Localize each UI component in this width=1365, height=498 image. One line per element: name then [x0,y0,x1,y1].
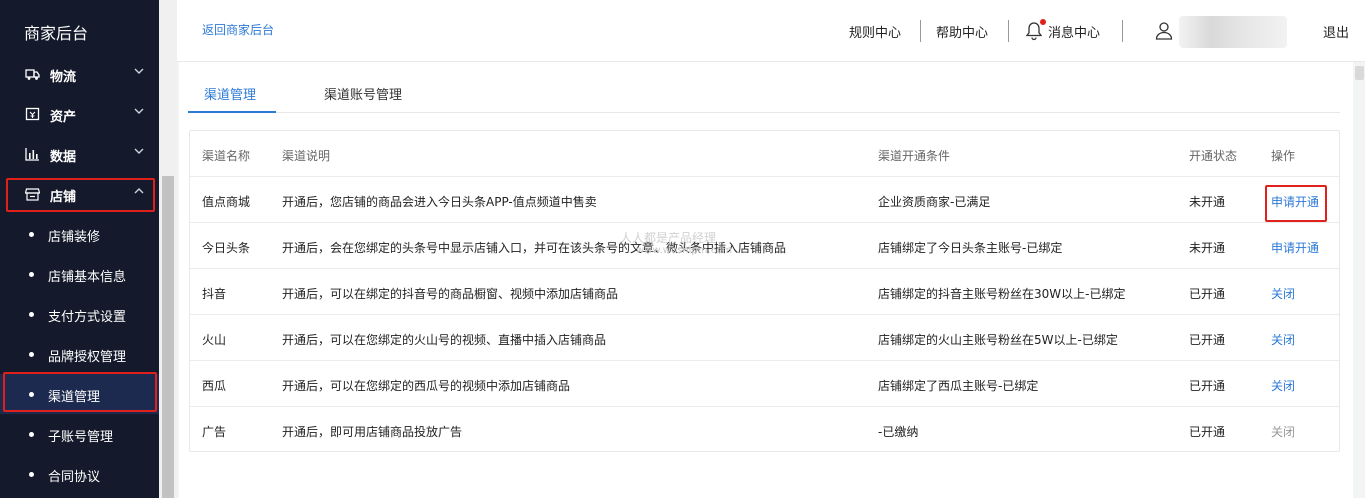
bullet-dot [29,432,34,437]
chevron-down-icon [134,68,144,74]
col-header-status: 开通状态 [1189,149,1238,163]
tab-channel-account-mgmt[interactable]: 渠道账号管理 [324,84,402,103]
active-tab-underline [188,111,276,113]
tab-bar-line [188,112,1340,113]
cell-condition: 店铺绑定的抖音主账号粉丝在30W以上-已绑定 [878,287,1126,301]
close-button[interactable]: 关闭 [1271,331,1295,348]
back-to-merchant-link[interactable]: 返回商家后台 [202,21,274,38]
cell-name: 火山 [202,333,227,347]
cell-desc: 开通后，即可用店铺商品投放广告 [282,425,463,439]
col-header-name: 渠道名称 [202,149,251,163]
user-icon[interactable] [1155,21,1173,40]
sidebar-item-store-info[interactable]: 店铺基本信息 [0,254,159,294]
col-header-action: 操作 [1271,149,1296,163]
menu-label: 资产 [50,110,77,125]
highlight-box-store [6,178,155,212]
cell-desc: 开通后，可以在您绑定的西瓜号的视频中添加店铺商品 [282,379,571,393]
cell-status: 已开通 [1189,425,1226,439]
table-row: 火山 开通后，可以在您绑定的火山号的视频、直播中插入店铺商品 店铺绑定的火山主账… [190,315,1339,361]
cell-name: 值点商城 [202,195,251,209]
table-row: 今日头条 开通后，会在您绑定的头条号中显示店铺入口，并可在该头条号的文章、微头条… [190,223,1339,269]
menu-item-logistics[interactable]: 物流 [0,56,159,92]
cell-desc: 开通后，可以在您绑定的火山号的视频、直播中插入店铺商品 [282,333,607,347]
bullet-dot [29,312,34,317]
cell-desc: 开通后，您店铺的商品会进入今日头条APP-值点频道中售卖 [282,195,597,209]
sidebar-scrollbar-thumb[interactable] [162,176,174,498]
bullet-dot [29,352,34,357]
menu-label: 数据 [50,150,77,165]
tab-channel-mgmt[interactable]: 渠道管理 [204,84,256,103]
sidebar-item-brand-auth[interactable]: 品牌授权管理 [0,334,159,374]
help-center-link[interactable]: 帮助中心 [936,22,988,41]
sub-label: 店铺基本信息 [48,270,127,285]
cell-condition: 店铺绑定了今日头条主账号-已绑定 [878,241,1063,255]
table-row: 抖音 开通后，可以在绑定的抖音号的商品橱窗、视频中添加店铺商品 店铺绑定的抖音主… [190,269,1339,315]
sidebar: 商家后台 物流 资产 数据 店铺 店铺装修 店铺基本信息 支付方式设置 品牌授权… [0,0,159,498]
sub-label: 子账号管理 [48,430,114,445]
cell-status: 未开通 [1189,241,1226,255]
content-scrollbar-track[interactable] [1353,62,1365,498]
bullet-dot [29,272,34,277]
close-button[interactable]: 关闭 [1271,285,1295,302]
wallet-icon [25,107,40,121]
rules-center-link[interactable]: 规则中心 [849,22,901,41]
bullet-dot [29,472,34,477]
cell-status: 已开通 [1189,333,1226,347]
col-header-condition: 渠道开通条件 [878,149,951,163]
menu-item-data[interactable]: 数据 [0,136,159,172]
nav-divider [920,20,921,42]
sub-label: 合同协议 [48,470,101,485]
watermark-text: 人人都是产品经理 [620,231,717,245]
chevron-down-icon [134,148,144,154]
sub-label: 店铺装修 [48,230,101,245]
cell-condition: 企业资质商家-已满足 [878,195,991,209]
cell-status: 未开通 [1189,195,1226,209]
nav-divider [1008,20,1009,42]
chevron-down-icon [134,108,144,114]
content-scrollbar-thumb[interactable] [1355,66,1364,80]
highlight-box-channel [3,372,157,412]
table-row: 值点商城 开通后，您店铺的商品会进入今日头条APP-值点频道中售卖 企业资质商家… [190,177,1339,223]
username-blurred [1179,16,1287,48]
col-header-desc: 渠道说明 [282,149,331,163]
channel-table: 渠道名称 渠道说明 渠道开通条件 开通状态 操作 值点商城 开通后，您店铺的商品… [189,130,1340,452]
truck-icon [25,69,40,80]
cell-desc: 开通后，可以在绑定的抖音号的商品橱窗、视频中添加店铺商品 [282,287,619,301]
sidebar-title: 商家后台 [24,24,89,43]
highlight-box-apply [1265,185,1327,222]
bar-chart-icon [25,148,39,161]
cell-status: 已开通 [1189,379,1226,393]
nav-divider [1122,20,1123,42]
close-button-disabled[interactable]: 关闭 [1271,423,1295,440]
logout-link[interactable]: 退出 [1323,22,1349,41]
cell-name: 抖音 [202,287,227,301]
sidebar-item-contracts[interactable]: 合同协议 [0,454,159,494]
table-row: 西瓜 开通后，可以在您绑定的西瓜号的视频中添加店铺商品 店铺绑定了西瓜主账号-已… [190,361,1339,407]
cell-condition: -已缴纳 [878,425,919,439]
cell-name: 西瓜 [202,379,227,393]
apply-open-button[interactable]: 申请开通 [1271,239,1319,256]
menu-label: 物流 [50,70,77,85]
bullet-dot [29,232,34,237]
notification-dot [1040,19,1046,25]
cell-name: 今日头条 [202,241,251,255]
menu-item-assets[interactable]: 资产 [0,96,159,132]
cell-condition: 店铺绑定的火山主账号粉丝在5W以上-已绑定 [878,333,1118,347]
close-button[interactable]: 关闭 [1271,377,1295,394]
message-center-link[interactable]: 消息中心 [1048,22,1100,41]
cell-condition: 店铺绑定了西瓜主账号-已绑定 [878,379,1039,393]
sub-label: 支付方式设置 [48,310,127,325]
table-row: 广告 开通后，即可用店铺商品投放广告 -已缴纳 已开通 关闭 [190,407,1339,453]
cell-status: 已开通 [1189,287,1226,301]
sidebar-item-sub-accounts[interactable]: 子账号管理 [0,414,159,454]
table-header-row: 渠道名称 渠道说明 渠道开通条件 开通状态 操作 [190,131,1339,177]
watermark-url: www.woshipm.com [636,245,733,256]
sidebar-item-payment[interactable]: 支付方式设置 [0,294,159,334]
cell-name: 广告 [202,425,227,439]
sidebar-item-store-decor[interactable]: 店铺装修 [0,214,159,254]
sub-label: 品牌授权管理 [48,350,127,365]
